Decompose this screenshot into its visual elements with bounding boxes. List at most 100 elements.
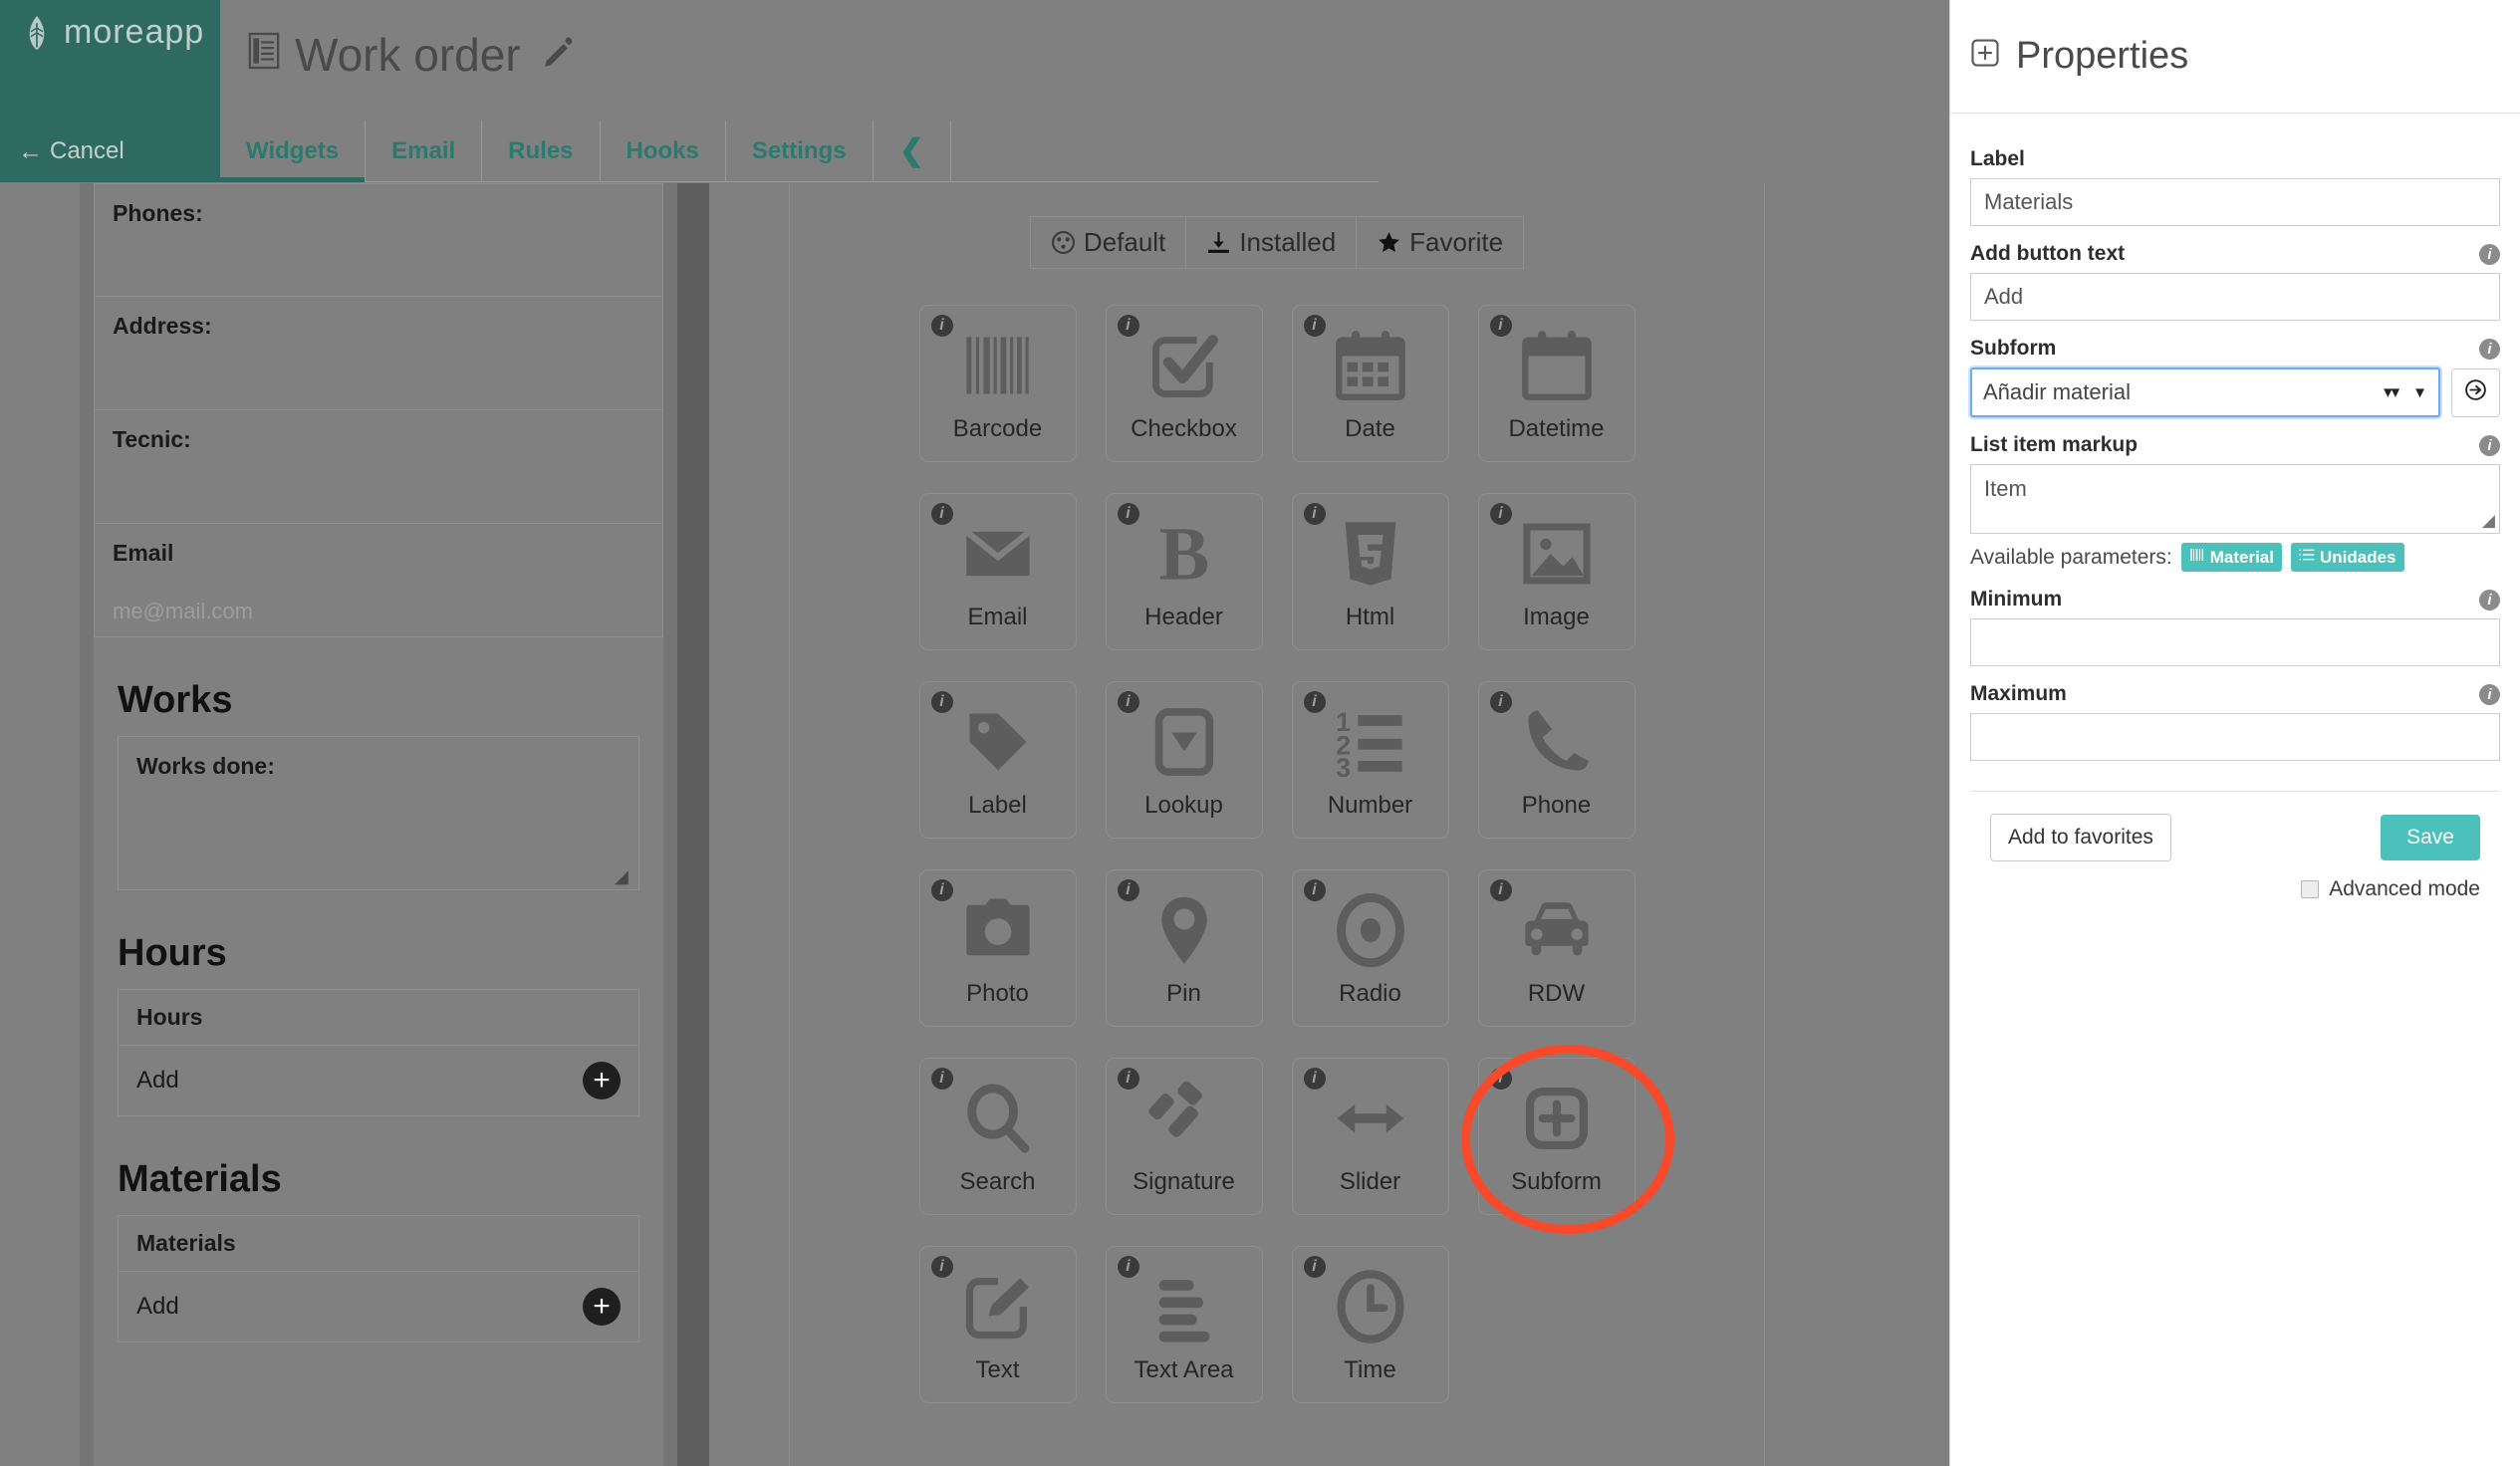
chevron-left-icon[interactable]: ❮ [874,121,951,181]
info-icon[interactable]: i [1303,879,1326,901]
info-icon[interactable]: i [1117,1068,1139,1090]
info-icon[interactable]: i [2479,243,2500,265]
pencil-icon[interactable] [535,28,575,82]
preview-field-phones[interactable]: Phones: [94,183,663,297]
info-icon[interactable]: i [930,503,953,525]
widget-card-pin[interactable]: i Pin [1105,869,1263,1027]
info-icon[interactable]: i [1303,1256,1326,1278]
minimum-input[interactable] [1970,618,2500,666]
maximum-input[interactable] [1970,713,2500,761]
tab-widgets[interactable]: Widgets [220,121,367,182]
resize-grip-icon[interactable]: ◢ [615,867,632,885]
parameter-label: Unidades [2319,547,2396,567]
preview-subform-materials[interactable]: Materials Add + [118,1215,639,1343]
info-icon[interactable]: i [2479,338,2500,360]
save-button[interactable]: Save [2381,815,2480,860]
widget-card-radio[interactable]: i Radio [1291,869,1449,1027]
widget-card-lookup[interactable]: i Lookup [1105,681,1263,839]
filter-default[interactable]: Default [1029,216,1187,269]
preview-field-email[interactable]: Email me@mail.com [94,524,663,637]
info-icon[interactable]: i [1489,503,1512,525]
parameter-tag-material[interactable]: Material [2180,543,2282,572]
list-item-markup-textarea[interactable]: Item ◢ [1970,464,2500,534]
info-icon[interactable]: i [930,1068,953,1090]
plus-square-icon [1970,35,2000,78]
plus-circle-icon[interactable]: + [583,1062,621,1100]
filter-favorite[interactable]: Favorite [1357,216,1525,269]
tab-rules[interactable]: Rules [482,121,601,181]
checkbox-icon [1151,335,1218,397]
preview-field-tecnic[interactable]: Tecnic: [94,410,663,524]
info-icon[interactable]: i [930,315,953,337]
widget-card-label[interactable]: i Label [918,681,1077,839]
tab-settings[interactable]: Settings [726,121,874,181]
preview-textarea-works-done[interactable]: Works done: ◢ [118,736,639,890]
widget-card-text[interactable]: i Text [918,1246,1077,1403]
footer-buttons: Add to favorites Save [1990,814,2480,861]
widget-card-checkbox[interactable]: i Checkbox [1105,305,1263,462]
widget-card-photo[interactable]: i Photo [918,869,1077,1027]
resize-grip-icon[interactable]: ◢ [2482,511,2495,531]
tab-label: Settings [751,136,847,164]
widget-card-date[interactable]: i Date [1291,305,1449,462]
info-icon[interactable]: i [1117,879,1139,901]
advanced-mode-row[interactable]: Advanced mode [1990,877,2480,901]
preview-field-address[interactable]: Address: [94,297,663,410]
info-icon[interactable]: i [1303,315,1326,337]
info-icon[interactable]: i [930,1256,953,1278]
info-icon[interactable]: i [2479,683,2500,705]
widget-card-phone[interactable]: i Phone [1477,681,1636,839]
widget-card-image[interactable]: i Image [1477,493,1636,650]
info-icon[interactable]: i [1489,315,1512,337]
widget-card-signature[interactable]: i Signature [1105,1058,1263,1215]
info-icon[interactable]: i [1117,691,1139,713]
add-button-text-input[interactable]: Add [1970,273,2500,321]
info-icon[interactable]: i [1303,503,1326,525]
widget-card-email[interactable]: i Email [918,493,1077,650]
add-to-favorites-button[interactable]: Add to favorites [1990,814,2171,861]
label-input[interactable]: Materials [1970,178,2500,226]
widget-card-subform[interactable]: i Subform [1460,1045,1674,1234]
widget-card-text-area[interactable]: i Text Area [1105,1246,1263,1403]
clear-icon[interactable]: ▾▾ [2384,382,2399,402]
info-icon[interactable]: i [1303,691,1326,713]
widget-card-barcode[interactable]: i Barcode [918,305,1077,462]
info-icon[interactable]: i [1489,691,1512,713]
widget-card-number[interactable]: i 1 2 3 Number [1291,681,1449,839]
properties-panel: Properties Label Materials Add button te… [1949,0,2520,1466]
info-icon[interactable]: i [930,691,953,713]
widget-card-datetime[interactable]: i Datetime [1477,305,1636,462]
info-icon[interactable]: i [1489,879,1512,901]
parameter-tag-unidades[interactable]: Unidades [2290,543,2404,572]
filter-installed[interactable]: Installed [1186,216,1358,269]
info-icon[interactable]: i [1117,1256,1139,1278]
plus-circle-icon[interactable]: + [583,1288,621,1326]
tab-email[interactable]: Email [366,121,483,181]
widget-card-html[interactable]: i Html [1291,493,1449,650]
widget-card-slider[interactable]: i Slider [1291,1058,1449,1215]
widget-card-rdw[interactable]: i RDW [1477,869,1636,1027]
preview-subform-hours[interactable]: Hours Add + [118,989,639,1116]
form-tabs: Widgets Email Rules Hooks Settings ❮ [220,121,1379,182]
info-icon[interactable]: i [1117,315,1139,337]
info-icon[interactable]: i [2479,589,2500,611]
preview-add-row-hours[interactable]: Add + [119,1046,638,1115]
info-icon[interactable]: i [1303,1068,1326,1090]
info-icon[interactable]: i [1117,503,1139,525]
widget-card-header[interactable]: i B Header [1105,493,1263,650]
cancel-button[interactable]: ← Cancel [18,137,125,165]
preview-add-row-materials[interactable]: Add + [119,1272,638,1342]
tab-hooks[interactable]: Hooks [601,121,726,181]
goto-subform-button[interactable] [2451,367,2500,417]
chevron-down-icon[interactable]: ▼ [2412,384,2427,401]
info-icon[interactable]: i [930,879,953,901]
field-label: Email [113,540,174,566]
brand-logo[interactable]: moreapp [22,13,204,52]
info-icon[interactable]: i [2479,434,2500,456]
info-icon[interactable]: i [1489,1068,1512,1090]
advanced-mode-checkbox[interactable] [2301,880,2320,898]
widget-card-search[interactable]: i Search [918,1058,1077,1215]
subform-select[interactable]: Añadir material ▾▾ ▼ [1970,367,2440,417]
widget-card-time[interactable]: i Time [1291,1246,1449,1403]
field-label: Hours [119,990,638,1046]
